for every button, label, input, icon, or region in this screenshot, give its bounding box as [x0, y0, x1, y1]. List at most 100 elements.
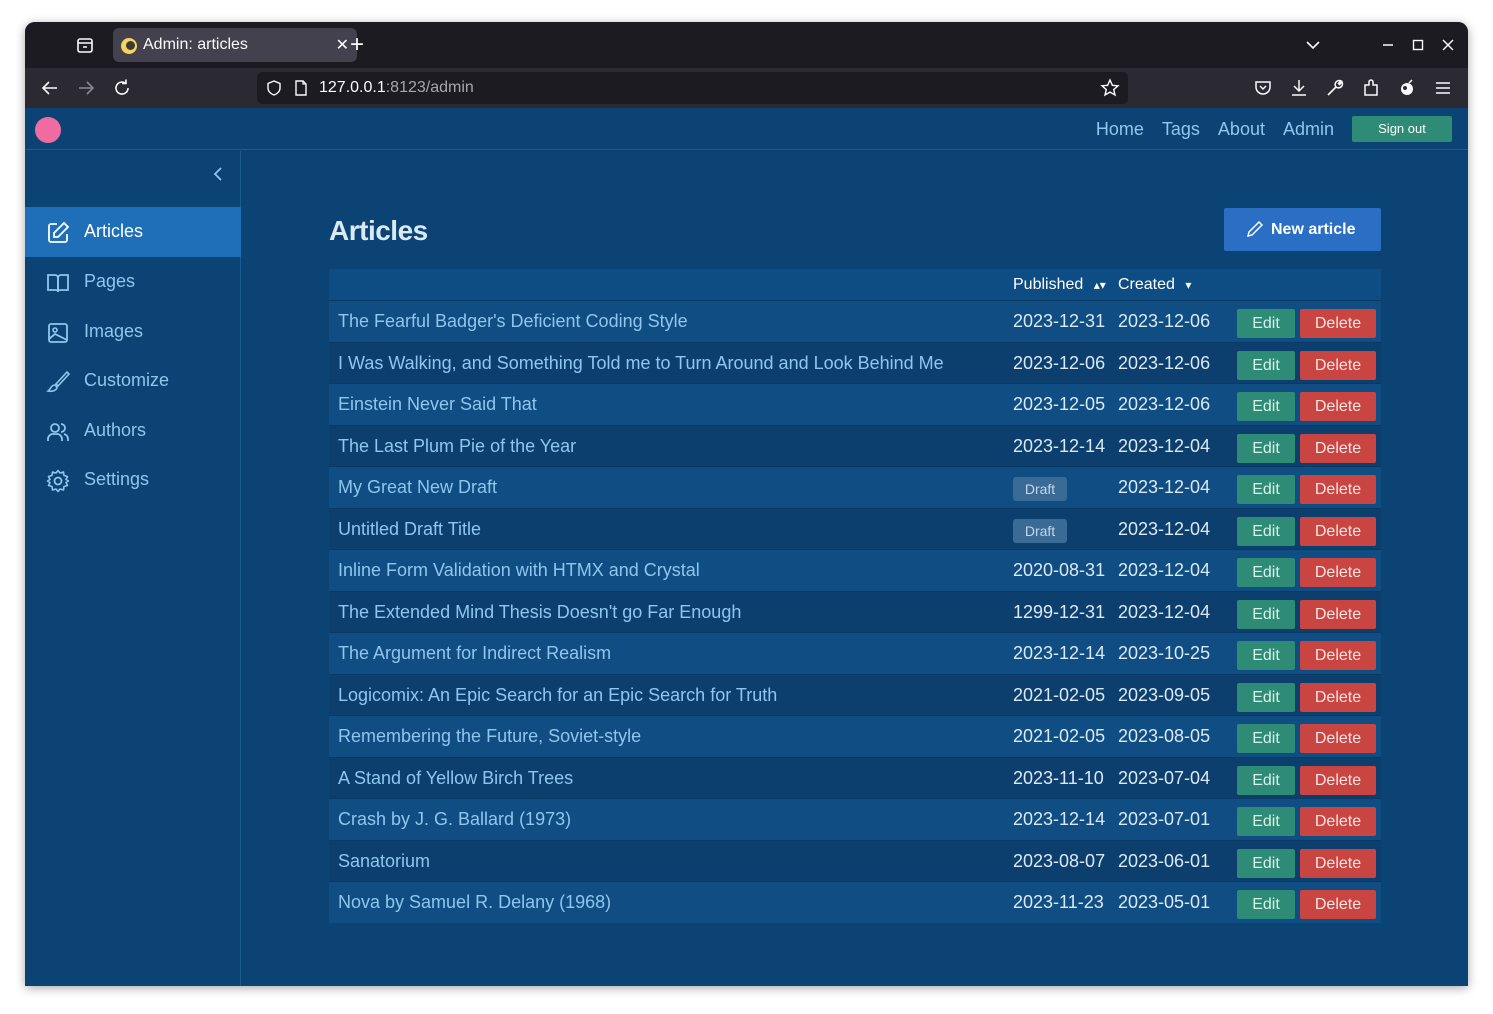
- table-header: Published ▴▾ Created ▾: [329, 269, 1381, 300]
- article-title-link[interactable]: Einstein Never Said That: [338, 394, 537, 415]
- edit-button[interactable]: Edit: [1237, 641, 1295, 670]
- sidebar-item-images[interactable]: Images: [25, 307, 241, 357]
- favicon-icon: [121, 38, 137, 54]
- back-icon[interactable]: [38, 76, 62, 100]
- new-tab-icon[interactable]: +: [345, 31, 369, 59]
- tab-strip: Admin: articles ✕ +: [25, 22, 1468, 68]
- url-host: 127.0.0.1: [319, 79, 386, 96]
- article-title-link[interactable]: The Argument for Indirect Realism: [338, 643, 611, 664]
- page-title: Articles: [329, 215, 428, 246]
- published-column-header[interactable]: Published ▴▾: [1013, 276, 1106, 294]
- published-date: 2023-12-05: [1013, 394, 1106, 414]
- delete-button[interactable]: Delete: [1300, 516, 1376, 546]
- tab-list-icon[interactable]: [73, 33, 97, 57]
- delete-button[interactable]: Delete: [1300, 641, 1376, 670]
- pocket-icon[interactable]: [1251, 76, 1275, 100]
- download-icon[interactable]: [1287, 76, 1311, 100]
- article-title-link[interactable]: Inline Form Validation with HTMX and Cry…: [338, 560, 700, 581]
- delete-button[interactable]: Delete: [1300, 350, 1376, 380]
- delete-button[interactable]: Delete: [1300, 599, 1376, 629]
- article-title-link[interactable]: The Fearful Badger's Deficient Coding St…: [338, 311, 688, 332]
- sidebar-item-articles[interactable]: Articles: [25, 207, 241, 257]
- article-title-link[interactable]: My Great New Draft: [338, 477, 497, 498]
- sidebar-item-pages[interactable]: Pages: [25, 257, 241, 307]
- delete-button[interactable]: Delete: [1300, 848, 1376, 878]
- delete-button[interactable]: Delete: [1300, 890, 1376, 919]
- article-title-link[interactable]: The Last Plum Pie of the Year: [338, 436, 576, 457]
- edit-button[interactable]: Edit: [1237, 392, 1295, 421]
- address-bar[interactable]: 127.0.0.1:8123/admin: [257, 72, 1128, 104]
- edit-button[interactable]: Edit: [1237, 433, 1295, 463]
- table-row: My Great New Draft Draft 2023-12-04 Edit Del…: [329, 466, 1381, 508]
- edit-button[interactable]: Edit: [1237, 599, 1295, 629]
- nav-home[interactable]: Home: [1096, 119, 1144, 140]
- menu-icon[interactable]: [1431, 76, 1455, 100]
- published-date: 2021-02-05: [1013, 684, 1106, 705]
- sort-icon[interactable]: ▴▾: [1094, 278, 1106, 292]
- article-title-link[interactable]: Crash by J. G. Ballard (1973): [338, 809, 571, 830]
- sidebar-item-authors[interactable]: Authors: [25, 406, 241, 456]
- edit-button[interactable]: Edit: [1237, 558, 1295, 587]
- wrench-icon[interactable]: [1323, 76, 1347, 100]
- article-title-link[interactable]: The Extended Mind Thesis Doesn't go Far …: [338, 602, 741, 623]
- article-title-link[interactable]: Sanatorium: [338, 851, 430, 872]
- published-date: 2023-11-10: [1013, 767, 1104, 788]
- delete-button[interactable]: Delete: [1300, 433, 1376, 463]
- extensions-icon[interactable]: [1359, 76, 1383, 100]
- reload-icon[interactable]: [110, 76, 134, 100]
- delete-button[interactable]: Delete: [1300, 475, 1376, 504]
- edit-button[interactable]: Edit: [1237, 475, 1295, 504]
- collapse-sidebar-icon[interactable]: [210, 165, 228, 183]
- edit-button[interactable]: Edit: [1237, 682, 1295, 712]
- sign-out-button[interactable]: Sign out: [1352, 116, 1452, 142]
- nav-tags[interactable]: Tags: [1162, 119, 1200, 140]
- edit-button[interactable]: Edit: [1237, 516, 1295, 546]
- browser-tab[interactable]: Admin: articles ✕: [113, 28, 357, 62]
- edit-button[interactable]: Edit: [1237, 309, 1295, 338]
- delete-button[interactable]: Delete: [1300, 765, 1376, 795]
- published-date: 2023-12-14: [1013, 643, 1106, 663]
- sidebar-item-customize[interactable]: Customize: [25, 356, 241, 406]
- delete-button[interactable]: Delete: [1300, 558, 1376, 587]
- nav-admin[interactable]: Admin: [1283, 119, 1334, 140]
- new-article-button[interactable]: New article: [1224, 208, 1381, 251]
- sidebar-item-label: Pages: [84, 271, 136, 291]
- delete-button[interactable]: Delete: [1300, 724, 1376, 753]
- article-title-link[interactable]: A Stand of Yellow Birch Trees: [338, 768, 573, 789]
- article-title-link[interactable]: Remembering the Future, Soviet-style: [338, 726, 641, 747]
- url-text[interactable]: 127.0.0.1:8123/admin: [319, 79, 474, 97]
- edit-button[interactable]: Edit: [1237, 724, 1295, 753]
- edit-button[interactable]: Edit: [1237, 350, 1295, 380]
- table-row: The Last Plum Pie of the Year 2023-12-14 2…: [329, 424, 1381, 466]
- created-column-header[interactable]: Created ▾: [1118, 276, 1191, 294]
- article-title-link[interactable]: Untitled Draft Title: [338, 519, 481, 540]
- edit-button[interactable]: Edit: [1237, 890, 1295, 919]
- delete-button[interactable]: Delete: [1300, 807, 1376, 836]
- browser-toolbar: 127.0.0.1:8123/admin: [25, 68, 1468, 108]
- sort-desc-icon[interactable]: ▾: [1185, 278, 1191, 292]
- created-date: 2023-07-04: [1118, 767, 1211, 788]
- addon-icon[interactable]: [1395, 76, 1419, 100]
- minimize-icon[interactable]: [1377, 34, 1399, 56]
- delete-button[interactable]: Delete: [1300, 392, 1376, 421]
- site-logo[interactable]: [35, 117, 61, 143]
- bookmark-star-icon[interactable]: [1100, 78, 1120, 98]
- article-title-link[interactable]: Logicomix: An Epic Search for an Epic Se…: [338, 685, 777, 706]
- article-title-link[interactable]: I Was Walking, and Something Told me to …: [338, 353, 944, 374]
- edit-button[interactable]: Edit: [1237, 765, 1295, 795]
- close-window-icon[interactable]: [1437, 34, 1459, 56]
- table-row: Nova by Samuel R. Delany (1968) 2023-11-2…: [329, 881, 1381, 923]
- delete-button[interactable]: Delete: [1300, 309, 1376, 338]
- article-title-link[interactable]: Nova by Samuel R. Delany (1968): [338, 892, 611, 913]
- chevron-down-icon[interactable]: [1302, 34, 1324, 56]
- edit-button[interactable]: Edit: [1237, 848, 1295, 878]
- forward-icon[interactable]: [74, 76, 98, 100]
- nav-about[interactable]: About: [1218, 119, 1265, 140]
- sidebar-item-settings[interactable]: Settings: [25, 455, 241, 505]
- created-date: 2023-12-06: [1118, 394, 1211, 414]
- shield-icon[interactable]: [265, 79, 283, 97]
- delete-button[interactable]: Delete: [1300, 682, 1376, 712]
- top-navigation: Home Tags About Admin Sign out: [1096, 116, 1452, 142]
- maximize-icon[interactable]: [1407, 34, 1429, 56]
- edit-button[interactable]: Edit: [1237, 807, 1295, 836]
